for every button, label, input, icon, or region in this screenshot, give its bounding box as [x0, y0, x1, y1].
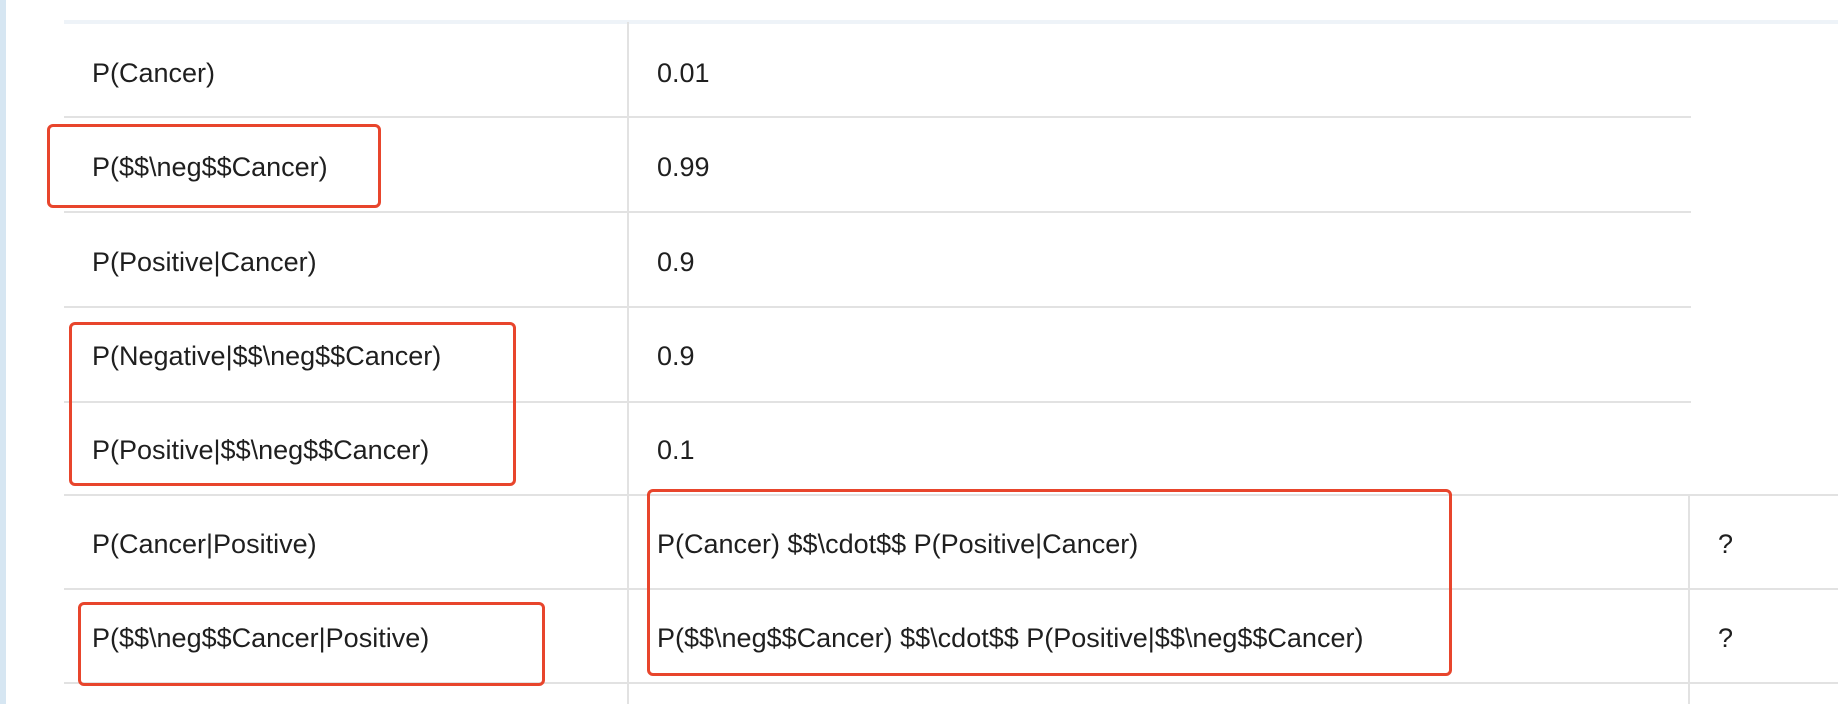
row-extra: ? [1718, 623, 1734, 653]
row-value: 0.99 [657, 152, 710, 182]
row-value: 0.9 [657, 341, 695, 371]
row-label: P(Cancer) [92, 58, 216, 88]
row-value: 0.01 [657, 58, 710, 88]
highlight-box-formulas [647, 489, 1452, 676]
column-divider-1 [627, 22, 629, 704]
row-extra: ? [1718, 529, 1734, 559]
row-value: 0.9 [657, 247, 695, 277]
highlight-box-conditionals [69, 322, 516, 486]
row-value: 0.1 [657, 435, 695, 465]
row-label: P(Positive|Cancer) [92, 247, 317, 277]
row-divider [64, 116, 1691, 118]
highlight-box-neg-cancer [47, 124, 381, 208]
table-top-border [64, 20, 1838, 24]
row-divider [64, 211, 1691, 213]
highlight-box-neg-cancer-positive [78, 602, 545, 686]
row-divider [64, 306, 1691, 308]
document-page: P(Cancer) 0.01 P($$\neg$$Cancer) 0.99 P(… [6, 0, 1838, 704]
row-label: P(Cancer|Positive) [92, 529, 317, 559]
column-divider-2 [1688, 494, 1690, 704]
